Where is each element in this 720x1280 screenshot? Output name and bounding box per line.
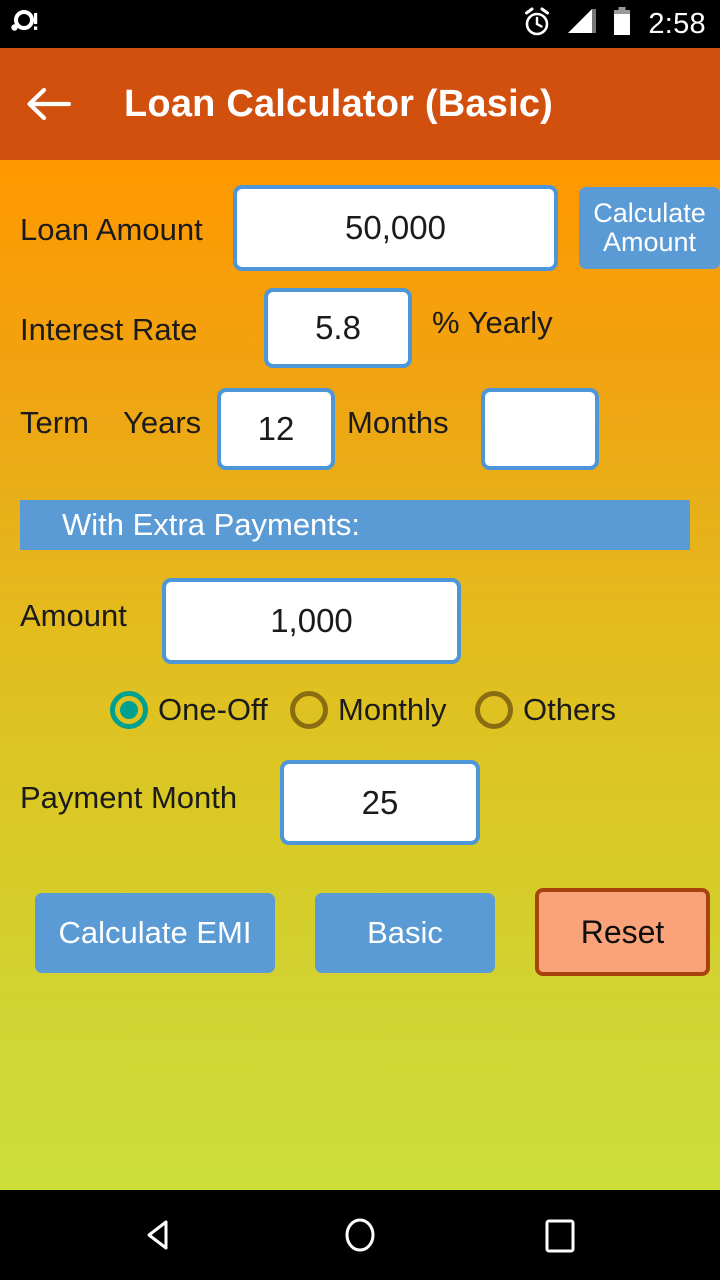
extra-payments-title: With Extra Payments: [62, 507, 361, 542]
payment-month-label: Payment Month [20, 780, 238, 815]
alert-circle-icon [10, 8, 40, 41]
app-bar: Loan Calculator (Basic) [0, 48, 720, 160]
calculate-amount-button[interactable]: Calculate Amount [579, 187, 720, 269]
calculator-form: Loan Amount 50,000 Calculate Amount Inte… [0, 160, 720, 1190]
payment-month-input[interactable]: 25 [280, 760, 480, 845]
radio-button-icon[interactable] [475, 691, 513, 729]
back-button[interactable] [0, 48, 96, 160]
radio-button-icon[interactable] [110, 691, 148, 729]
loan-amount-label: Loan Amount [20, 212, 203, 247]
loan-amount-row: Loan Amount 50,000 Calculate Amount [20, 185, 720, 275]
nav-home-button[interactable] [300, 1190, 420, 1280]
nav-recents-square-icon [545, 1219, 575, 1253]
page-title: Loan Calculator (Basic) [124, 82, 554, 125]
nav-home-circle-icon [345, 1218, 375, 1252]
reset-button[interactable]: Reset [535, 888, 710, 976]
nav-back-triangle-icon [147, 1220, 168, 1250]
term-years-input[interactable]: 12 [217, 388, 335, 470]
status-bar: 2:58 [0, 0, 720, 48]
interest-rate-unit-label: % Yearly [432, 305, 553, 340]
interest-rate-input[interactable]: 5.8 [264, 288, 412, 368]
phone-screen: 2:58 Loan Calculator (Basic) Loan Amount… [0, 0, 720, 1280]
action-button-row: Calculate EMI Basic Reset [0, 888, 720, 978]
radio-button-icon[interactable] [290, 691, 328, 729]
term-months-label: Months [347, 405, 449, 440]
radio-option-others[interactable]: Others [475, 691, 616, 729]
signal-bars-icon [566, 8, 598, 41]
term-years-label: Years [123, 405, 202, 440]
alarm-clock-icon [522, 7, 552, 42]
radio-label-monthly: Monthly [338, 692, 447, 727]
interest-rate-row: Interest Rate 5.8 % Yearly [20, 285, 720, 375]
status-bar-clock: 2:58 [648, 7, 706, 40]
extra-payments-banner: With Extra Payments: [20, 500, 690, 550]
term-label: Term [20, 405, 89, 440]
term-months-input[interactable] [481, 388, 599, 470]
status-bar-system-icons: 2:58 [522, 6, 706, 42]
radio-option-one-off[interactable]: One-Off [110, 691, 268, 729]
extra-amount-input[interactable]: 1,000 [162, 578, 461, 664]
android-navigation-bar [0, 1190, 720, 1280]
radio-label-others: Others [523, 692, 617, 727]
back-arrow-icon [27, 87, 72, 121]
calculate-emi-button[interactable]: Calculate EMI [35, 893, 275, 973]
radio-label-one-off: One-Off [158, 692, 268, 727]
status-bar-notifications [10, 8, 40, 41]
payment-type-radio-group: One-Off Monthly Others [20, 680, 720, 740]
loan-amount-input[interactable]: 50,000 [233, 185, 558, 271]
battery-icon [612, 6, 632, 42]
radio-dot-icon [300, 701, 318, 719]
interest-rate-label: Interest Rate [20, 312, 198, 347]
payment-month-row: Payment Month 25 [20, 760, 720, 850]
basic-button[interactable]: Basic [315, 893, 495, 973]
nav-recents-button[interactable] [500, 1190, 620, 1280]
extra-amount-row: Amount 1,000 [20, 578, 720, 668]
term-row: Term Years 12 Months [20, 385, 720, 475]
radio-option-monthly[interactable]: Monthly [290, 691, 447, 729]
extra-amount-label: Amount [20, 598, 127, 633]
radio-dot-icon [120, 701, 138, 719]
nav-back-button[interactable] [100, 1190, 220, 1280]
radio-dot-icon [485, 701, 503, 719]
